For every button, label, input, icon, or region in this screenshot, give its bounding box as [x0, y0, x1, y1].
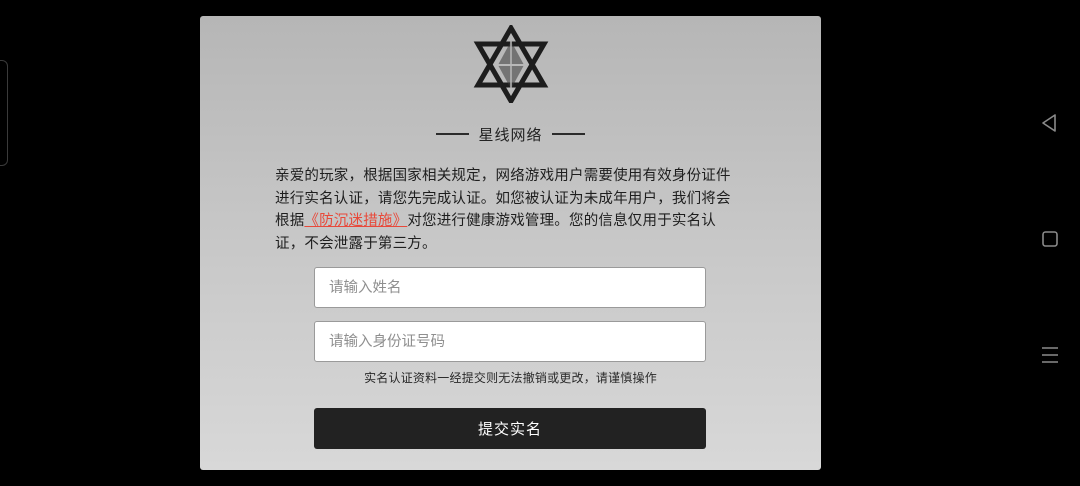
square-home-icon[interactable] [1038, 227, 1062, 251]
anti-addiction-link[interactable]: 《防沉迷措施》 [304, 213, 407, 229]
brand-name: 星线网络 [478, 125, 543, 144]
submit-warning: 实名认证资料一经提交则无法撤销或更改，请谨慎操作 [364, 371, 657, 385]
triangle-back-icon[interactable] [1038, 111, 1062, 135]
edge-handle[interactable] [0, 60, 8, 166]
brand-title: 星线网络 [200, 122, 821, 146]
id-number-input[interactable] [314, 321, 706, 362]
brand-dash-right [551, 133, 585, 135]
screen: 星线网络 亲爱的玩家，根据国家相关规定，网络游戏用户需要使用有效身份证件进行实名… [0, 0, 1080, 486]
submit-button[interactable]: 提交实名 [314, 408, 706, 449]
notice-text: 亲爱的玩家，根据国家相关规定，网络游戏用户需要使用有效身份证件进行实名认证，请您… [275, 165, 737, 255]
brand-dash-left [436, 133, 470, 135]
hamburger-menu-icon[interactable] [1038, 343, 1062, 367]
name-input[interactable] [314, 267, 706, 308]
real-name-dialog: 星线网络 亲爱的玩家，根据国家相关规定，网络游戏用户需要使用有效身份证件进行实名… [200, 16, 821, 470]
hexagram-logo-icon [473, 25, 549, 103]
